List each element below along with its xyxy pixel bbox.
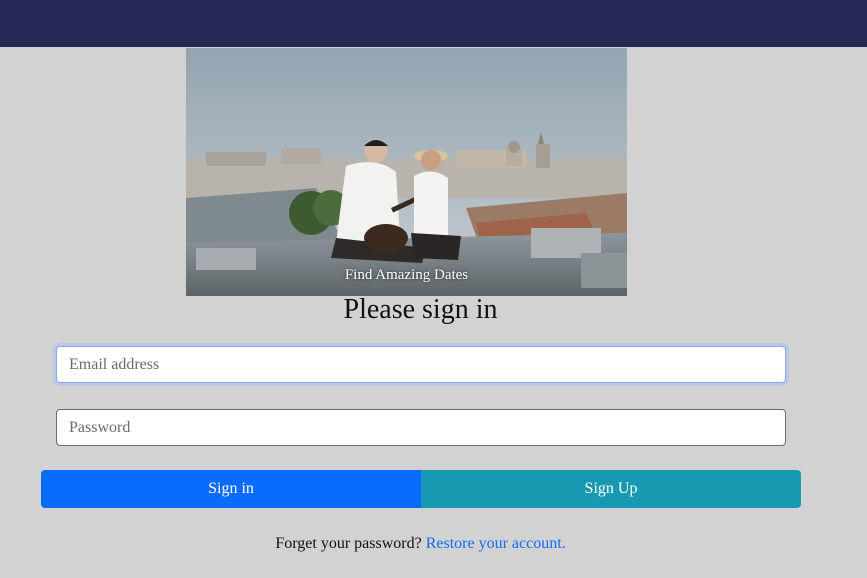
top-navbar	[0, 0, 867, 47]
couple-on-rooftop-photo	[186, 48, 627, 296]
hero-image: Find Amazing Dates	[186, 48, 627, 296]
forgot-password-label: Forget your password?	[275, 535, 422, 552]
sign-in-button[interactable]: Sign in	[41, 470, 421, 508]
email-field[interactable]	[56, 346, 786, 383]
password-field[interactable]	[56, 409, 786, 446]
page-title: Please sign in	[343, 294, 498, 325]
sign-up-button[interactable]: Sign Up	[421, 470, 801, 508]
forgot-password-text: Forget your password? Restore your accou…	[0, 535, 841, 553]
hero-caption: Find Amazing Dates	[344, 267, 469, 283]
restore-account-link[interactable]: Restore your account.	[426, 535, 566, 552]
